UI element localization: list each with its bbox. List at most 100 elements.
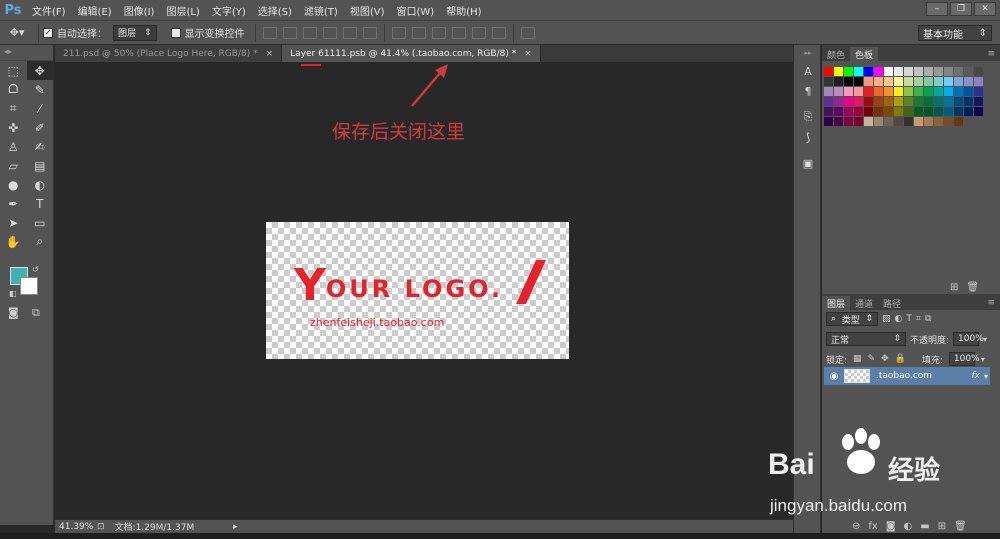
color-swatch[interactable]: [834, 107, 843, 116]
color-swatch[interactable]: [924, 117, 933, 126]
menu-image[interactable]: 图像(I): [118, 3, 161, 18]
color-swatch[interactable]: [844, 117, 853, 126]
color-swatch[interactable]: [864, 77, 873, 86]
eraser-tool-icon[interactable]: ▱: [0, 156, 27, 175]
blur-tool-icon[interactable]: ●: [0, 175, 27, 194]
visibility-eye-icon[interactable]: ◉: [824, 371, 844, 382]
canvas-area[interactable]: 保存后关闭这里 YOUR LOGO. zhenfeisheji.taobao.c…: [55, 62, 793, 519]
distribute-right-icon[interactable]: [491, 26, 506, 39]
auto-align-icon[interactable]: [520, 26, 535, 39]
lock-image-icon[interactable]: ✎: [868, 354, 876, 364]
layer-row[interactable]: ◉ .taobao.com fx ▾: [824, 367, 990, 385]
color-swatch[interactable]: [894, 87, 903, 96]
color-swatch[interactable]: [974, 87, 983, 96]
character-panel-icon[interactable]: A: [794, 61, 822, 81]
align-top-icon[interactable]: [262, 26, 277, 39]
auto-select-dropdown[interactable]: 图层 ⇕: [113, 24, 157, 41]
color-swatch[interactable]: [834, 77, 843, 86]
color-swatch[interactable]: [944, 97, 953, 106]
color-swatch[interactable]: [844, 77, 853, 86]
color-swatch[interactable]: [884, 107, 893, 116]
background-color-swatch[interactable]: [20, 277, 38, 295]
swap-colors-icon[interactable]: ↺: [32, 265, 39, 274]
move-tool-icon[interactable]: ✥: [26, 61, 53, 80]
color-swatch[interactable]: [944, 67, 953, 76]
menu-view[interactable]: 视图(V): [344, 3, 391, 18]
dock-grip-icon[interactable]: ▸▸: [794, 45, 822, 61]
color-swatch[interactable]: [924, 77, 933, 86]
quick-mask-icon[interactable]: ◙: [8, 306, 19, 319]
color-swatch[interactable]: [954, 107, 963, 116]
pen-tool-icon[interactable]: ✒: [0, 194, 27, 213]
close-tab-icon[interactable]: ×: [524, 49, 532, 59]
color-swatch[interactable]: [884, 67, 893, 76]
color-swatch[interactable]: [854, 67, 863, 76]
color-swatch[interactable]: [914, 117, 923, 126]
healing-brush-tool-icon[interactable]: ✜: [0, 118, 27, 137]
color-swatch[interactable]: [854, 77, 863, 86]
status-menu-arrow-icon[interactable]: ▸: [233, 522, 238, 532]
workspace-dropdown[interactable]: 基本功能 ⇕: [918, 25, 992, 41]
zoom-level[interactable]: 41.39%: [59, 522, 93, 532]
filter-kind-dropdown[interactable]: ⌕ 类型 ⇕: [826, 312, 878, 326]
auto-select-checkbox[interactable]: ✓: [43, 27, 53, 38]
color-swatch[interactable]: [824, 107, 833, 116]
color-swatch[interactable]: [944, 87, 953, 96]
color-swatch[interactable]: [864, 107, 873, 116]
menu-filter[interactable]: 滤镜(T): [298, 3, 344, 18]
color-swatch[interactable]: [834, 117, 843, 126]
close-window-icon[interactable]: ✕: [974, 2, 996, 16]
lock-position-icon[interactable]: ✥: [881, 354, 889, 364]
delete-swatch-icon[interactable]: 🗑: [966, 282, 979, 293]
panel-grip-icon[interactable]: ◂▸: [0, 45, 53, 61]
tab-paths[interactable]: 路径: [878, 296, 906, 310]
layer-name[interactable]: .taobao.com: [876, 371, 971, 381]
color-swatch[interactable]: [974, 97, 983, 106]
tab-swatches[interactable]: 色板: [850, 47, 879, 61]
tab-layer-61111-psb[interactable]: Layer 61111.psb @ 41.4% (.taobao.com, RG…: [282, 45, 541, 62]
tab-211-psd[interactable]: 211.psd @ 50% (Place Logo Here, RGB/8) *…: [55, 45, 283, 62]
color-swatch[interactable]: [914, 97, 923, 106]
clone-stamp-tool-icon[interactable]: ♙: [0, 137, 27, 156]
color-swatch[interactable]: [904, 117, 913, 126]
crop-tool-icon[interactable]: ⌗: [0, 99, 27, 118]
color-swatch[interactable]: [834, 97, 843, 106]
color-swatch[interactable]: [904, 67, 913, 76]
opacity-input[interactable]: 100%: [953, 332, 984, 346]
distribute-vcenter-icon[interactable]: [411, 26, 426, 39]
tab-layers[interactable]: 图层: [822, 296, 851, 310]
color-swatch[interactable]: [834, 67, 843, 76]
color-swatch[interactable]: [914, 107, 923, 116]
color-swatch[interactable]: [874, 87, 883, 96]
layer-fx-icon[interactable]: fx: [971, 371, 980, 381]
color-swatch[interactable]: [934, 77, 943, 86]
color-swatch[interactable]: [944, 107, 953, 116]
color-swatch[interactable]: [964, 67, 973, 76]
color-swatch[interactable]: [854, 117, 863, 126]
color-swatch[interactable]: [954, 87, 963, 96]
filter-adjust-icon[interactable]: ◐: [895, 314, 903, 324]
color-swatch[interactable]: [974, 107, 983, 116]
filter-shape-icon[interactable]: ⌗: [916, 314, 921, 324]
show-transform-checkbox[interactable]: [170, 27, 181, 38]
menu-select[interactable]: 选择(S): [252, 3, 298, 18]
distribute-left-icon[interactable]: [451, 26, 466, 39]
history-panel-icon[interactable]: ⎘: [794, 107, 822, 127]
eyedropper-tool-icon[interactable]: ⁄: [27, 99, 54, 118]
new-swatch-icon[interactable]: ⊞: [950, 282, 958, 293]
panel-menu-icon[interactable]: ≡: [982, 47, 1000, 61]
distribute-hcenter-icon[interactable]: [471, 26, 486, 39]
lock-transparent-icon[interactable]: ▦: [853, 354, 862, 364]
color-swatch[interactable]: [964, 97, 973, 106]
brush-tool-icon[interactable]: ✐: [27, 118, 54, 137]
layer-expand-icon[interactable]: ▾: [984, 372, 988, 381]
color-swatch[interactable]: [954, 67, 963, 76]
color-swatch[interactable]: [964, 77, 973, 86]
color-swatch[interactable]: [974, 67, 983, 76]
paragraph-panel-icon[interactable]: ¶: [794, 81, 822, 101]
color-swatch[interactable]: [934, 87, 943, 96]
menu-window[interactable]: 窗口(W): [390, 3, 440, 18]
align-bottom-icon[interactable]: [302, 26, 317, 39]
lock-all-icon[interactable]: 🔒: [895, 354, 906, 364]
color-swatch[interactable]: [824, 97, 833, 106]
